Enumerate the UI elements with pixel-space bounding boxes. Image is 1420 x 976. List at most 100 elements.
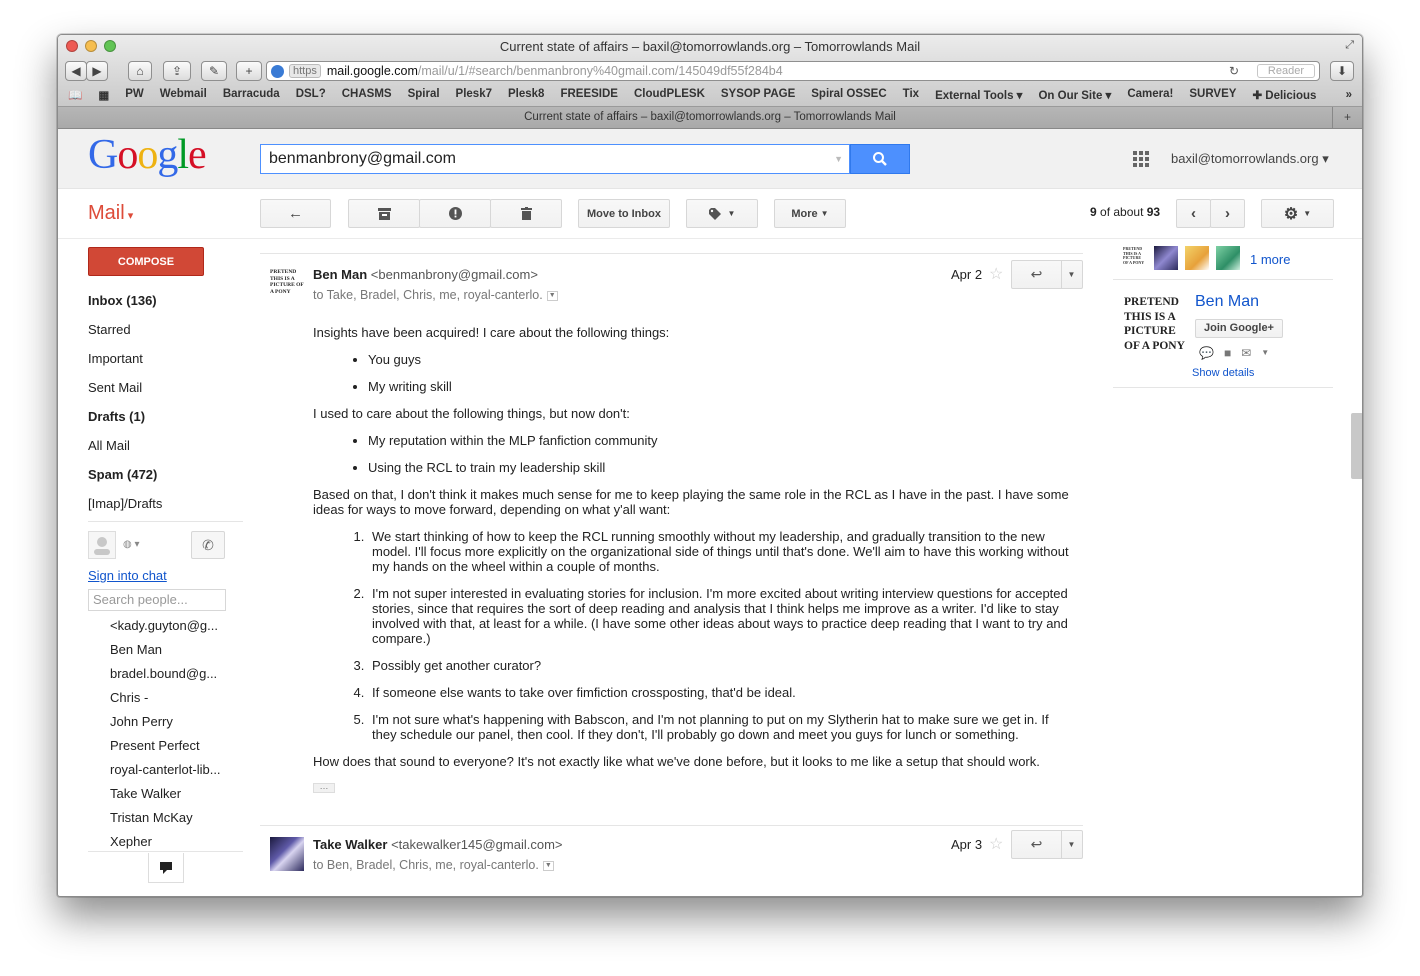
more-button[interactable]: More ▼ [774,199,846,228]
chat-contact[interactable]: Chris - [110,690,230,705]
participant-thumb[interactable] [1154,246,1178,270]
chat-contact[interactable]: Take Walker [110,786,230,801]
participant-thumb[interactable] [1185,246,1209,270]
newer-button[interactable]: ‹ [1176,199,1211,228]
account-menu[interactable]: baxil@tomorrowlands.org ▾ [1171,151,1329,167]
bookmark-item[interactable]: Plesk8 [508,88,544,102]
older-button[interactable]: › [1210,199,1245,228]
top-sites-icon[interactable]: ▦ [98,88,109,102]
chat-avatar[interactable] [88,531,116,559]
bookmark-item[interactable]: Spiral OSSEC [811,88,886,102]
search-button[interactable] [850,144,910,174]
nav-item[interactable]: Sent Mail [88,380,142,395]
bookmark-item[interactable]: ✚ Delicious [1252,88,1316,102]
email-icon[interactable]: ✉ [1241,346,1251,360]
chat-contact[interactable]: <kady.guyton@g... [110,618,230,633]
share-icon[interactable]: ⇪ [163,61,191,81]
labels-button[interactable]: ▼ [686,199,758,228]
bookmarks-overflow-icon[interactable]: » [1346,89,1352,101]
contact-name[interactable]: Ben Man [1195,293,1259,311]
nav-item[interactable]: Important [88,351,143,366]
reply-dropdown-icon[interactable]: ▼ [1061,261,1082,288]
reply-arrow-icon[interactable]: ↩ [1012,261,1062,288]
bookmark-item[interactable]: Camera! [1127,88,1173,102]
participant-thumb[interactable]: PRETEND THIS IS A PICTURE OF A PONY [1123,246,1147,265]
google-logo[interactable]: Google [88,131,207,179]
show-details-caret-icon[interactable]: ▼ [542,860,554,871]
more-actions-caret-icon[interactable]: ▼ [1261,346,1269,360]
delete-button[interactable] [490,199,562,228]
sender-avatar[interactable] [270,837,304,871]
chat-contact[interactable]: John Perry [110,714,230,729]
report-spam-button[interactable] [419,199,491,228]
nav-item[interactable]: [Imap]/Drafts [88,496,162,511]
address-bar[interactable]: https mail.google.com /mail/u/1/#search/… [266,61,1320,81]
participant-thumb[interactable] [1216,246,1240,270]
bookmark-item[interactable]: Tix [903,88,919,102]
home-icon[interactable]: ⌂ [128,61,152,81]
settings-button[interactable]: ⚙ ▼ [1261,199,1334,228]
sender-name[interactable]: Take Walker [313,837,387,852]
reply-button[interactable]: ↩ ▼ [1011,830,1083,859]
star-icon[interactable]: ☆ [989,834,1003,854]
active-tab-title[interactable]: Current state of affairs – baxil@tomorro… [524,111,896,123]
mail-menu[interactable]: Mail ▾ [88,202,133,225]
bookmark-item[interactable]: Webmail [160,88,207,102]
new-tab-plus-icon[interactable]: + [236,61,262,81]
nav-item[interactable]: Drafts (1) [88,409,145,424]
star-icon[interactable]: ☆ [989,264,1003,284]
bookmark-item[interactable]: SURVEY [1189,88,1236,102]
bookmark-item[interactable]: SYSOP PAGE [721,88,795,102]
chat-contact[interactable]: Xepher [110,834,230,849]
reader-button[interactable]: Reader [1256,64,1315,78]
chat-contact[interactable]: royal-canterlot-lib... [110,762,230,777]
back-button[interactable]: ◀ [65,61,87,81]
reload-icon[interactable]: ↻ [1229,64,1239,78]
chat-contact[interactable]: Ben Man [110,642,230,657]
forward-button[interactable]: ▶ [86,61,108,81]
tools-icon[interactable]: ✎ [201,61,227,81]
chat-contact[interactable]: Tristan McKay [110,810,230,825]
bookmark-item[interactable]: Plesk7 [456,88,492,102]
reading-list-icon[interactable]: 📖 [68,88,82,102]
compose-button[interactable]: COMPOSE [88,247,204,276]
show-details-caret-icon[interactable]: ▼ [546,290,558,301]
chat-contact[interactable]: bradel.bound@g... [110,666,230,681]
chat-icon[interactable]: 💬 [1199,346,1214,360]
video-camera-icon[interactable]: ■ [1224,346,1231,360]
bookmark-item[interactable]: PW [125,88,144,102]
downloads-icon[interactable]: ⬇ [1330,61,1354,81]
nav-item[interactable]: Inbox (136) [88,293,157,308]
reply-dropdown-icon[interactable]: ▼ [1061,831,1082,858]
sender-picture[interactable]: PRETEND THIS IS A PICTURE OF A PONY [270,267,304,301]
bookmark-item[interactable]: FREESIDE [560,88,618,102]
move-to-inbox-button[interactable]: Move to Inbox [578,199,670,228]
bookmark-item[interactable]: CloudPLESK [634,88,705,102]
more-participants-link[interactable]: 1 more [1250,252,1290,267]
reply-arrow-icon[interactable]: ↩ [1012,831,1062,858]
nav-item[interactable]: All Mail [88,438,130,453]
phone-call-button[interactable]: ✆ [191,531,225,559]
bookmark-item[interactable]: Spiral [408,88,440,102]
sender-name[interactable]: Ben Man [313,267,367,282]
search-input[interactable]: benmanbrony@gmail.com ▼ [260,144,850,174]
bookmark-item[interactable]: On Our Site ▾ [1038,88,1111,102]
sign-into-chat-link[interactable]: Sign into chat [88,568,167,583]
nav-item[interactable]: Spam (472) [88,467,157,482]
join-google-plus-button[interactable]: Join Google+ [1195,319,1283,338]
show-details-link[interactable]: Show details [1192,367,1254,379]
contact-picture[interactable]: PRETEND THIS IS A PICTURE OF A PONY [1124,295,1190,353]
page-scrollbar[interactable] [1351,413,1362,479]
search-options-caret-icon[interactable]: ▼ [834,145,843,173]
reply-button[interactable]: ↩ ▼ [1011,260,1083,289]
bookmark-item[interactable]: External Tools ▾ [935,88,1022,102]
nav-item[interactable]: Starred [88,322,131,337]
chat-bubble-button[interactable] [148,853,184,883]
back-to-search-button[interactable]: ← [260,199,331,228]
bookmark-item[interactable]: Barracuda [223,88,280,102]
apps-grid-icon[interactable] [1133,151,1149,167]
archive-button[interactable] [348,199,420,228]
fullscreen-icon[interactable]: ⤢ [1345,39,1354,52]
new-tab-icon[interactable]: + [1332,107,1362,128]
show-trimmed-content-button[interactable]: … [313,782,335,793]
